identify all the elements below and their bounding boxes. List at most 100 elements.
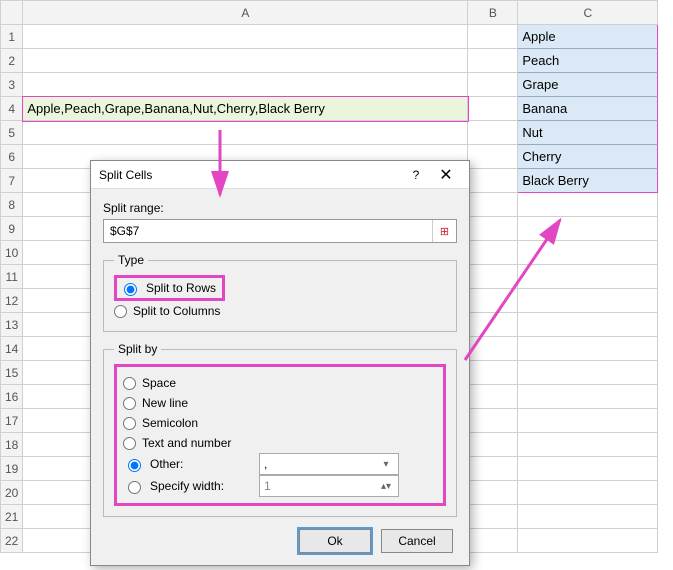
cell[interactable]: [518, 529, 658, 553]
cell[interactable]: [518, 265, 658, 289]
cell[interactable]: [468, 193, 518, 217]
split-by-textnum-label: Text and number: [142, 436, 231, 450]
cell[interactable]: [468, 49, 518, 73]
cell[interactable]: [468, 217, 518, 241]
row-header[interactable]: 12: [1, 289, 23, 313]
row-header[interactable]: 2: [1, 49, 23, 73]
row-header[interactable]: 4: [1, 97, 23, 121]
result-cell[interactable]: Peach: [518, 49, 658, 73]
close-button[interactable]: ✕: [431, 165, 461, 185]
cell[interactable]: [518, 409, 658, 433]
cell[interactable]: [518, 193, 658, 217]
cell[interactable]: [23, 25, 468, 49]
cell[interactable]: [468, 265, 518, 289]
col-header-b[interactable]: B: [468, 1, 518, 25]
split-range-field: ⊞: [103, 219, 457, 243]
cell[interactable]: [518, 505, 658, 529]
row-header[interactable]: 1: [1, 25, 23, 49]
row-header[interactable]: 9: [1, 217, 23, 241]
row-header[interactable]: 5: [1, 121, 23, 145]
split-by-other-radio[interactable]: [128, 459, 141, 472]
row-header[interactable]: 6: [1, 145, 23, 169]
cell[interactable]: [518, 241, 658, 265]
source-cell[interactable]: Apple,Peach,Grape,Banana,Nut,Cherry,Blac…: [23, 97, 468, 121]
cell[interactable]: [468, 313, 518, 337]
cell[interactable]: [468, 25, 518, 49]
range-picker-icon[interactable]: ⊞: [432, 220, 456, 242]
cell[interactable]: [518, 481, 658, 505]
split-by-semicolon-radio[interactable]: [123, 417, 136, 430]
cell[interactable]: [468, 289, 518, 313]
row-header[interactable]: 7: [1, 169, 23, 193]
result-cell[interactable]: Grape: [518, 73, 658, 97]
row-header[interactable]: 16: [1, 385, 23, 409]
row-header[interactable]: 10: [1, 241, 23, 265]
help-button[interactable]: ?: [401, 168, 431, 182]
cell[interactable]: [518, 361, 658, 385]
row-header[interactable]: 18: [1, 433, 23, 457]
cell[interactable]: [518, 433, 658, 457]
split-by-highlight: Space New line Semicolon Text and number…: [114, 364, 446, 506]
cell[interactable]: [518, 337, 658, 361]
split-by-textnum-radio[interactable]: [123, 437, 136, 450]
cell[interactable]: [518, 385, 658, 409]
cell[interactable]: [23, 73, 468, 97]
dialog-titlebar[interactable]: Split Cells ? ✕: [91, 161, 469, 189]
split-by-other-label: Other:: [150, 457, 183, 471]
row-header[interactable]: 14: [1, 337, 23, 361]
row-header[interactable]: 19: [1, 457, 23, 481]
split-by-space-radio[interactable]: [123, 377, 136, 390]
row-header[interactable]: 8: [1, 193, 23, 217]
col-header-a[interactable]: A: [23, 1, 468, 25]
cell[interactable]: [518, 457, 658, 481]
cell[interactable]: [468, 97, 518, 121]
split-by-space-label: Space: [142, 376, 176, 390]
cell[interactable]: [518, 217, 658, 241]
split-by-newline-label: New line: [142, 396, 188, 410]
result-cell[interactable]: Banana: [518, 97, 658, 121]
cell[interactable]: [468, 241, 518, 265]
row-header[interactable]: 15: [1, 361, 23, 385]
result-cell[interactable]: Apple: [518, 25, 658, 49]
specify-width-radio[interactable]: [128, 481, 141, 494]
cell[interactable]: [518, 289, 658, 313]
row-header[interactable]: 22: [1, 529, 23, 553]
col-header-c[interactable]: C: [518, 1, 658, 25]
other-delimiter-value: ,: [264, 457, 378, 471]
split-to-rows-radio[interactable]: [124, 283, 137, 296]
cell[interactable]: [468, 121, 518, 145]
cell[interactable]: [468, 145, 518, 169]
other-delimiter-combo[interactable]: ,▾: [259, 453, 399, 475]
cell[interactable]: [468, 409, 518, 433]
type-group: Type Split to Rows Split to Columns: [103, 253, 457, 332]
cell[interactable]: [468, 385, 518, 409]
ok-button[interactable]: Ok: [299, 529, 371, 553]
corner-cell[interactable]: [1, 1, 23, 25]
result-cell[interactable]: Black Berry: [518, 169, 658, 193]
cell[interactable]: [468, 361, 518, 385]
cell[interactable]: [468, 481, 518, 505]
cell[interactable]: [23, 121, 468, 145]
cell[interactable]: [518, 313, 658, 337]
cell[interactable]: [468, 457, 518, 481]
row-header[interactable]: 11: [1, 265, 23, 289]
split-to-columns-radio[interactable]: [114, 305, 127, 318]
row-header[interactable]: 13: [1, 313, 23, 337]
row-header[interactable]: 3: [1, 73, 23, 97]
result-cell[interactable]: Nut: [518, 121, 658, 145]
result-cell[interactable]: Cherry: [518, 145, 658, 169]
cell[interactable]: [468, 433, 518, 457]
cell[interactable]: [468, 337, 518, 361]
cell[interactable]: [23, 49, 468, 73]
cell[interactable]: [468, 169, 518, 193]
cell[interactable]: [468, 73, 518, 97]
cell[interactable]: [468, 505, 518, 529]
split-by-newline-radio[interactable]: [123, 397, 136, 410]
row-header[interactable]: 21: [1, 505, 23, 529]
width-spinner[interactable]: 1▴▾: [259, 475, 399, 497]
row-header[interactable]: 20: [1, 481, 23, 505]
cell[interactable]: [468, 529, 518, 553]
cancel-button[interactable]: Cancel: [381, 529, 453, 553]
row-header[interactable]: 17: [1, 409, 23, 433]
split-range-input[interactable]: [104, 220, 432, 242]
